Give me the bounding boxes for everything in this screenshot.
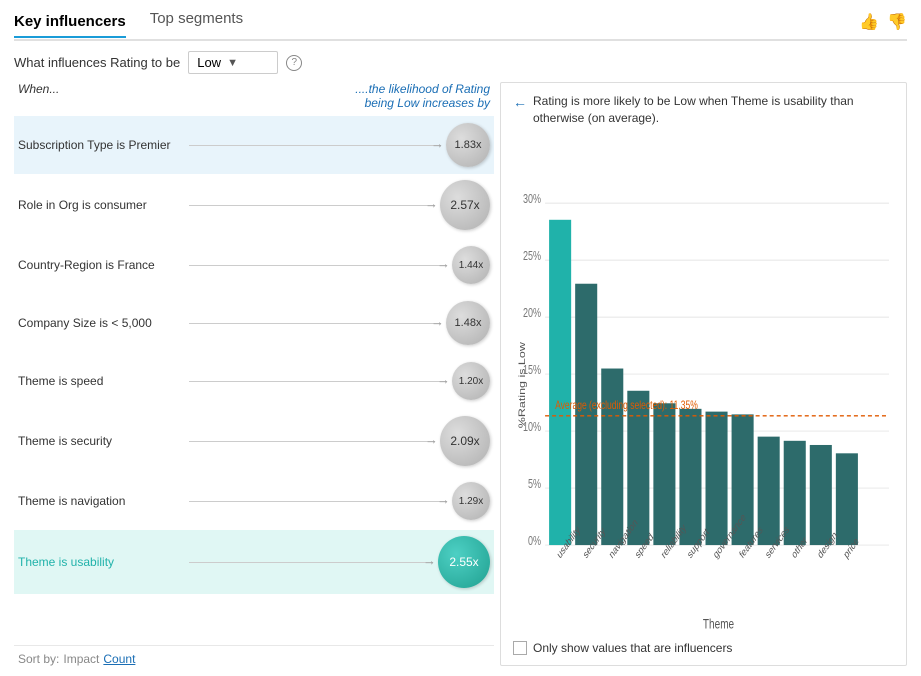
help-icon[interactable]: ?	[286, 55, 302, 71]
bubble: 1.29x	[452, 482, 490, 520]
svg-text:20%: 20%	[523, 306, 541, 320]
list-item[interactable]: Theme is speed 1.20x	[14, 352, 494, 410]
svg-text:Average (excluding selected):: Average (excluding selected): 11.35%	[555, 399, 698, 412]
bubble: 2.57x	[440, 180, 490, 230]
svg-text:25%: 25%	[523, 249, 541, 263]
item-label: Company Size is < 5,000	[18, 316, 183, 330]
bubble: 1.44x	[452, 246, 490, 284]
filter-value: Low	[197, 55, 221, 70]
connector-line	[189, 205, 434, 206]
svg-text:10%: 10%	[523, 420, 541, 434]
tab-top-segments[interactable]: Top segments	[150, 10, 243, 33]
back-arrow-icon[interactable]: ←	[513, 94, 527, 110]
connector-line	[189, 265, 446, 266]
bar-security[interactable]	[575, 283, 597, 544]
connector-line	[189, 323, 440, 324]
svg-text:Theme: Theme	[703, 615, 734, 631]
tab-bar: Key influencers Top segments 👍 👎	[14, 10, 907, 41]
bubble: 1.20x	[452, 362, 490, 400]
bar-chart: %Rating is Low 0% 5% 10% 15% 20% 25% 30%	[513, 135, 894, 635]
sort-row: Sort by: Impact Count	[14, 645, 494, 666]
list-item[interactable]: Theme is navigation 1.29x	[14, 472, 494, 530]
list-item[interactable]: Subscription Type is Premier 1.83x	[14, 116, 494, 174]
bubble: 1.83x	[446, 123, 490, 167]
connector-line	[189, 145, 440, 146]
bubble: 2.55x	[438, 536, 490, 588]
list-item[interactable]: Company Size is < 5,000 1.48x	[14, 294, 494, 352]
thumbs-up-icon[interactable]: 👍	[859, 12, 879, 32]
bar-price[interactable]	[836, 453, 858, 545]
filter-prefix: What influences Rating to be	[14, 55, 180, 70]
right-panel: ← Rating is more likely to be Low when T…	[500, 82, 907, 666]
show-influencers-checkbox[interactable]	[513, 641, 527, 655]
svg-text:30%: 30%	[523, 192, 541, 206]
thumbs-down-icon[interactable]: 👎	[887, 12, 907, 32]
column-headers: When... ....the likelihood of Rating bei…	[14, 82, 494, 110]
item-label: Role in Org is consumer	[18, 198, 183, 212]
bubble: 2.09x	[440, 416, 490, 466]
bar-reliability[interactable]	[653, 403, 675, 545]
item-label: Country-Region is France	[18, 258, 183, 272]
list-item[interactable]: Theme is usability 2.55x	[14, 530, 494, 594]
list-item[interactable]: Role in Org is consumer 2.57x	[14, 174, 494, 236]
bar-usability[interactable]	[549, 219, 571, 544]
svg-text:%Rating is Low: %Rating is Low	[518, 342, 528, 428]
bar-navigation[interactable]	[601, 368, 623, 545]
sort-count[interactable]: Count	[103, 652, 135, 666]
connector-line	[189, 501, 446, 502]
svg-text:5%: 5%	[528, 477, 541, 491]
influencer-list: Subscription Type is Premier 1.83x Role …	[14, 116, 494, 641]
bar-design[interactable]	[810, 445, 832, 545]
connector-line	[189, 562, 432, 563]
item-label: Theme is security	[18, 434, 183, 448]
list-item[interactable]: Country-Region is France 1.44x	[14, 236, 494, 294]
chart-area: %Rating is Low 0% 5% 10% 15% 20% 25% 30%	[513, 135, 894, 635]
chart-back-row: ← Rating is more likely to be Low when T…	[513, 93, 894, 127]
left-panel: When... ....the likelihood of Rating bei…	[14, 82, 494, 666]
svg-text:15%: 15%	[523, 363, 541, 377]
item-label: Theme is speed	[18, 374, 183, 388]
item-label: Theme is navigation	[18, 494, 183, 508]
sort-impact[interactable]: Impact	[63, 652, 99, 666]
main-container: Key influencers Top segments 👍 👎 What in…	[0, 0, 921, 676]
tab-key-influencers[interactable]: Key influencers	[14, 13, 126, 38]
checkbox-row: Only show values that are influencers	[513, 641, 894, 655]
checkbox-label: Only show values that are influencers	[533, 641, 732, 655]
filter-row: What influences Rating to be Low ▼ ?	[14, 51, 907, 74]
chevron-down-icon: ▼	[227, 57, 238, 69]
chart-title: Rating is more likely to be Low when The…	[533, 93, 894, 127]
item-label: Subscription Type is Premier	[18, 138, 183, 152]
list-item[interactable]: Theme is security 2.09x	[14, 410, 494, 472]
filter-dropdown[interactable]: Low ▼	[188, 51, 278, 74]
bar-governance[interactable]	[706, 411, 728, 544]
connector-line	[189, 381, 446, 382]
svg-text:0%: 0%	[528, 534, 541, 548]
sort-by-label: Sort by:	[18, 652, 59, 666]
tab-icons: 👍 👎	[859, 12, 907, 32]
col-header-when: When...	[18, 82, 59, 110]
main-content: When... ....the likelihood of Rating bei…	[14, 82, 907, 666]
item-label: Theme is usability	[18, 555, 183, 569]
connector-line	[189, 441, 434, 442]
bubble: 1.48x	[446, 301, 490, 345]
col-header-likelihood: ....the likelihood of Rating being Low i…	[340, 82, 490, 110]
